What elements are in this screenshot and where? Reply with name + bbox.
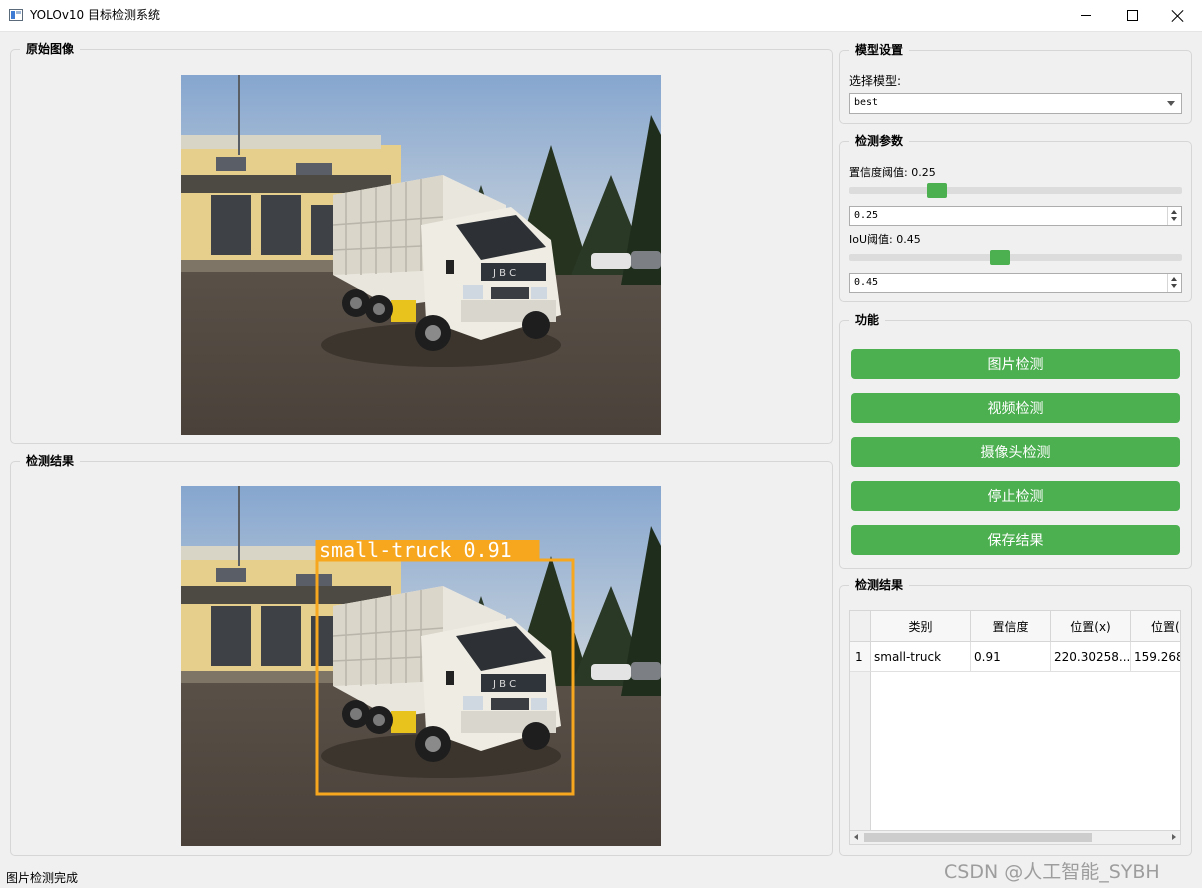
iou-slider[interactable] — [849, 254, 1182, 261]
title-bar: YOLOv10 目标检测系统 — [0, 0, 1202, 32]
close-button[interactable] — [1155, 0, 1201, 31]
scroll-left-icon[interactable] — [854, 834, 858, 840]
detection-image: small-truck 0.91 — [181, 486, 661, 846]
original-image — [181, 75, 661, 435]
spin-up-icon[interactable] — [1171, 210, 1177, 214]
table-cell-class[interactable]: small-truck — [871, 642, 971, 672]
iou-slider-handle[interactable] — [990, 250, 1010, 265]
row-header[interactable]: 1 — [850, 642, 871, 672]
watermark: CSDN @人工智能_SYBH — [944, 861, 1160, 883]
scrollbar-thumb[interactable] — [864, 833, 1092, 842]
conf-spinbox-buttons[interactable] — [1167, 207, 1181, 225]
model-select[interactable]: best — [849, 93, 1182, 114]
conf-slider[interactable] — [849, 187, 1182, 194]
column-header-class[interactable]: 类别 — [871, 611, 971, 642]
functions-title: 功能 — [849, 312, 886, 328]
app-icon — [9, 9, 23, 21]
results-table[interactable]: 类别 置信度 位置(x) 位置(y) 1 small-truck 0.91 22… — [849, 610, 1181, 845]
table-cell-confidence[interactable]: 0.91 — [971, 642, 1051, 672]
iou-spinbox[interactable]: 0.45 — [849, 273, 1182, 293]
results-table-title: 检测结果 — [849, 577, 910, 593]
conf-spinbox-value: 0.25 — [854, 210, 879, 221]
column-header-y[interactable]: 位置(y) — [1131, 611, 1180, 642]
chevron-down-icon — [1167, 101, 1175, 106]
maximize-button[interactable] — [1109, 0, 1155, 31]
maximize-icon — [1126, 10, 1138, 21]
minimize-icon — [1081, 15, 1091, 16]
table-corner[interactable] — [850, 611, 871, 642]
spin-down-icon[interactable] — [1171, 284, 1177, 288]
save-results-button[interactable]: 保存结果 — [851, 525, 1180, 555]
detection-params-title: 检测参数 — [849, 133, 910, 149]
iou-spinbox-value: 0.45 — [854, 277, 879, 288]
model-settings-title: 模型设置 — [849, 42, 910, 58]
detection-label: small-truck 0.91 — [319, 538, 512, 562]
column-header-x[interactable]: 位置(x) — [1051, 611, 1131, 642]
select-model-label: 选择模型: — [849, 74, 902, 88]
horizontal-scrollbar[interactable] — [850, 830, 1180, 844]
conf-slider-handle[interactable] — [927, 183, 947, 198]
iou-spinbox-buttons[interactable] — [1167, 274, 1181, 292]
camera-detect-button[interactable]: 摄像头检测 — [851, 437, 1180, 467]
original-image-panel-title: 原始图像 — [20, 41, 81, 57]
model-select-value: best — [854, 97, 879, 108]
minimize-button[interactable] — [1063, 0, 1109, 31]
iou-threshold-label: IoU阈值: 0.45 — [849, 233, 921, 246]
detection-result-panel-title: 检测结果 — [20, 453, 81, 469]
conf-threshold-label: 置信度阈值: 0.25 — [849, 166, 936, 179]
video-detect-button[interactable]: 视频检测 — [851, 393, 1180, 423]
close-icon — [1172, 10, 1184, 22]
image-detect-button[interactable]: 图片检测 — [851, 349, 1180, 379]
window-title: YOLOv10 目标检测系统 — [30, 8, 161, 22]
spin-down-icon[interactable] — [1171, 217, 1177, 221]
table-cell-x[interactable]: 220.30258... — [1051, 642, 1131, 672]
conf-spinbox[interactable]: 0.25 — [849, 206, 1182, 226]
spin-up-icon[interactable] — [1171, 277, 1177, 281]
table-cell-y[interactable]: 159.2685 — [1131, 642, 1180, 672]
column-header-confidence[interactable]: 置信度 — [971, 611, 1051, 642]
row-header-fill — [850, 672, 871, 832]
status-text: 图片检测完成 — [6, 871, 79, 885]
scroll-right-icon[interactable] — [1172, 834, 1176, 840]
stop-detect-button[interactable]: 停止检测 — [851, 481, 1180, 511]
